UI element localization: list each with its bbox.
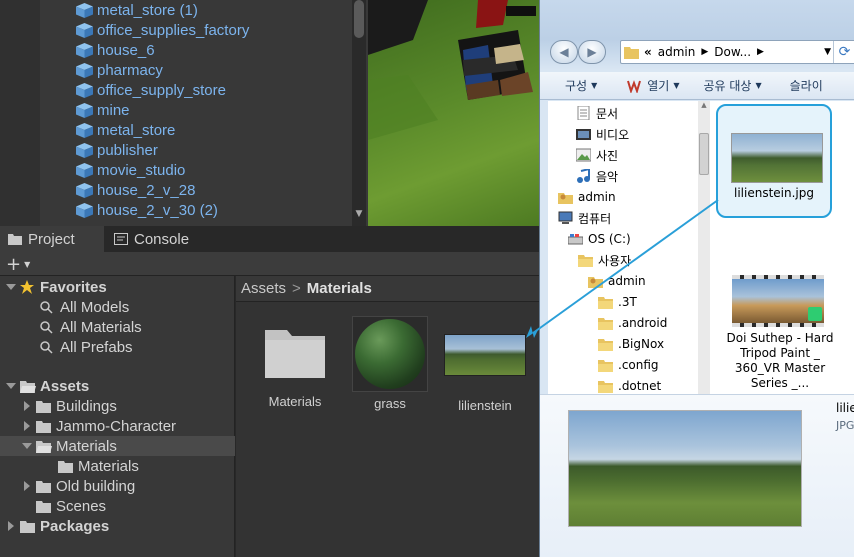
drag-line — [532, 199, 719, 334]
drag-arrow-icon — [526, 326, 538, 338]
drag-indicator — [526, 199, 719, 338]
